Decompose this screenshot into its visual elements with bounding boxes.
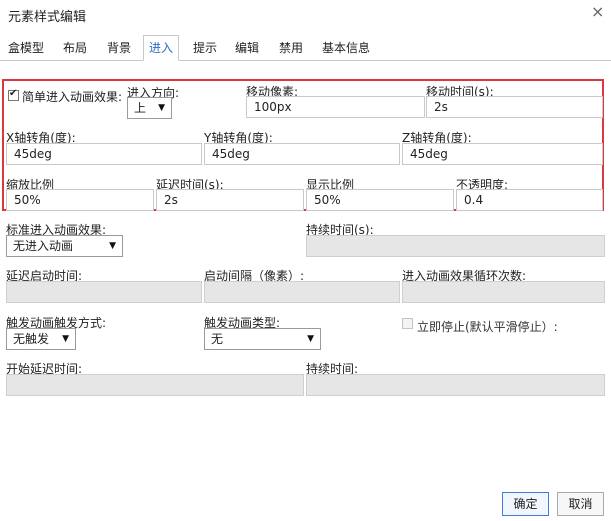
trigger-type-select[interactable]: 无 ▼ bbox=[204, 328, 321, 350]
start-delay-input[interactable] bbox=[6, 374, 304, 396]
delay-start-input[interactable] bbox=[6, 281, 202, 303]
tab-tooltip[interactable]: 提示 bbox=[190, 38, 220, 58]
chevron-down-icon: ▼ bbox=[62, 334, 69, 344]
tab-box-model[interactable]: 盒模型 bbox=[6, 38, 46, 58]
direction-select[interactable]: 上 ▼ bbox=[127, 97, 172, 119]
tab-basic-info[interactable]: 基本信息 bbox=[319, 38, 373, 58]
x-rot-input[interactable]: 45deg bbox=[6, 143, 202, 165]
tab-background[interactable]: 背景 bbox=[104, 38, 134, 58]
chevron-down-icon: ▼ bbox=[307, 334, 314, 344]
trigger-mode-value: 无触发 bbox=[13, 332, 50, 346]
trigger-type-value: 无 bbox=[211, 332, 224, 346]
cancel-button[interactable]: 取消 bbox=[557, 492, 604, 516]
tab-enter[interactable]: 进入 bbox=[143, 35, 179, 61]
tab-bar: 盒模型 布局 背景 进入 提示 编辑 禁用 基本信息 bbox=[0, 35, 611, 61]
tab-layout[interactable]: 布局 bbox=[60, 38, 90, 58]
duration2-input[interactable] bbox=[306, 374, 605, 396]
chevron-down-icon: ▼ bbox=[109, 241, 116, 251]
z-rot-input[interactable]: 45deg bbox=[402, 143, 603, 165]
tab-edit[interactable]: 编辑 bbox=[232, 38, 262, 58]
trigger-mode-select[interactable]: 无触发 ▼ bbox=[6, 328, 76, 350]
standard-effect-select[interactable]: 无进入动画 ▼ bbox=[6, 235, 123, 257]
delay-input[interactable]: 2s bbox=[156, 189, 304, 211]
dialog-title: 元素样式编辑 bbox=[8, 10, 87, 25]
interval-input[interactable] bbox=[204, 281, 400, 303]
stop-immediately-label: 立即停止(默认平滑停止）: bbox=[417, 320, 558, 334]
move-px-input[interactable]: 100px bbox=[246, 96, 425, 118]
direction-value: 上 bbox=[134, 101, 147, 115]
move-time-input[interactable]: 2s bbox=[426, 96, 603, 118]
simple-enter-checkbox[interactable] bbox=[8, 88, 19, 101]
ok-button[interactable]: 确定 bbox=[502, 492, 549, 516]
chevron-down-icon: ▼ bbox=[158, 103, 165, 113]
scale-input[interactable]: 50% bbox=[6, 189, 154, 211]
close-icon[interactable]: × bbox=[591, 3, 604, 21]
tab-disable[interactable]: 禁用 bbox=[276, 38, 306, 58]
standard-effect-value: 无进入动画 bbox=[13, 239, 74, 253]
stop-immediately-checkbox[interactable] bbox=[402, 318, 413, 329]
opacity-input[interactable]: 0.4 bbox=[456, 189, 603, 211]
y-rot-input[interactable]: 45deg bbox=[204, 143, 400, 165]
duration-input[interactable] bbox=[306, 235, 605, 257]
loop-count-input[interactable] bbox=[402, 281, 605, 303]
simple-enter-label: 简单进入动画效果: bbox=[22, 90, 123, 104]
display-ratio-input[interactable]: 50% bbox=[306, 189, 454, 211]
